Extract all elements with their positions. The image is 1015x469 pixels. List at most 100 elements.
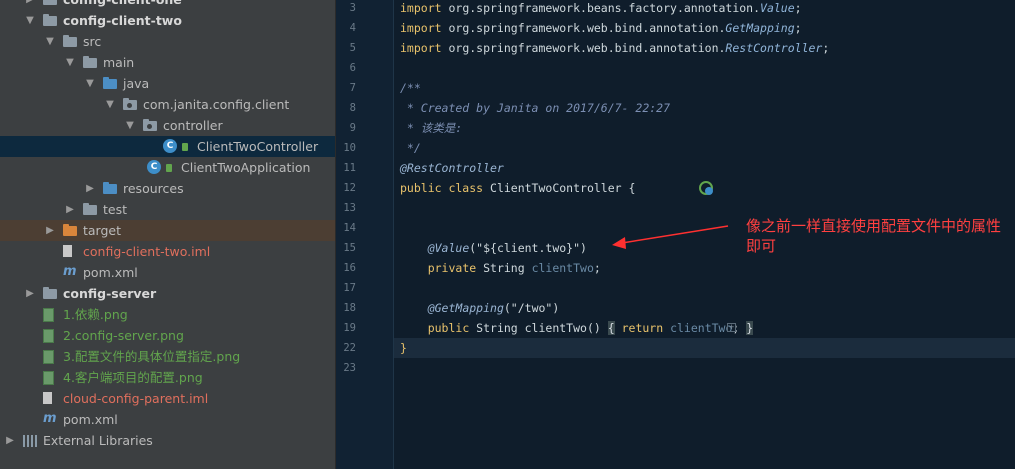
line-number: 17 xyxy=(343,282,356,294)
code-token: ; xyxy=(794,1,802,15)
code-line[interactable]: */ xyxy=(400,138,421,158)
tree-row-label: test xyxy=(103,202,128,217)
tree-row-label: com.janita.config.client xyxy=(143,97,290,112)
code-token: clientTwo xyxy=(670,321,733,335)
code-token: org.springframework.web.bind.annotation. xyxy=(448,21,726,35)
iml-file-icon xyxy=(63,245,72,257)
fold-toggle-icon[interactable]: + xyxy=(727,323,736,332)
tree-row[interactable]: 1.依赖.png xyxy=(0,304,335,325)
tree-row[interactable]: ▼ java xyxy=(0,73,335,94)
resources-folder-icon xyxy=(103,182,117,194)
code-line[interactable]: /** xyxy=(400,78,421,98)
code-line[interactable]: * Created by Janita on 2017/6/7- 22:27 xyxy=(400,98,670,118)
tree-row[interactable]: 4.客户端项目的配置.png xyxy=(0,367,335,388)
code-token: return xyxy=(621,321,671,335)
code-token: String xyxy=(483,261,532,275)
tree-row[interactable]: ▼ main xyxy=(0,52,335,73)
tree-row-label: config-client-two xyxy=(63,13,182,28)
code-token: /** xyxy=(400,81,421,95)
code-token: ("/two") xyxy=(503,301,560,315)
tree-row-label: src xyxy=(83,34,102,49)
tree-row[interactable]: m pom.xml xyxy=(0,409,335,430)
tree-row-label: pom.xml xyxy=(63,412,118,427)
chevron-right-icon[interactable]: ▶ xyxy=(24,0,36,10)
lock-icon xyxy=(182,143,188,151)
spring-boot-class-icon: C xyxy=(147,160,161,174)
line-number: 8 xyxy=(349,102,356,114)
code-line[interactable]: public String clientTwo() { return clien… xyxy=(400,318,754,338)
line-number: 4 xyxy=(349,22,356,34)
tree-row[interactable]: ▶ config-server xyxy=(0,283,335,304)
code-line[interactable]: * 该类是: xyxy=(400,118,462,138)
libraries-icon xyxy=(23,435,37,447)
tree-row[interactable]: config-client-two.iml xyxy=(0,241,335,262)
code-line[interactable]: import org.springframework.beans.factory… xyxy=(400,0,802,18)
chevron-right-icon[interactable]: ▶ xyxy=(84,178,96,199)
chevron-right-icon[interactable]: ▶ xyxy=(24,283,36,304)
code-token: ; xyxy=(593,261,601,275)
tree-row[interactable]: ▶ test xyxy=(0,199,335,220)
tree-row[interactable]: m pom.xml xyxy=(0,262,335,283)
package-icon xyxy=(123,98,137,110)
code-line[interactable]: } xyxy=(400,338,407,358)
code-token: import xyxy=(400,21,449,35)
tree-row[interactable]: ▶ target xyxy=(0,220,335,241)
folder-icon xyxy=(83,56,97,68)
code-token: GetMapping xyxy=(725,21,795,35)
chevron-down-icon[interactable]: ▼ xyxy=(124,115,136,136)
code-line[interactable]: import org.springframework.web.bind.anno… xyxy=(400,18,802,38)
tree-row[interactable]: ▼ src xyxy=(0,31,335,52)
package-icon xyxy=(143,119,157,131)
line-number: 6 xyxy=(349,62,356,74)
spring-bean-gutter-icon[interactable] xyxy=(698,180,714,196)
chevron-right-icon[interactable]: ▶ xyxy=(4,430,16,451)
code-line[interactable]: @GetMapping("/two") xyxy=(400,298,560,318)
tree-row-label: ClientTwoController xyxy=(197,139,319,154)
tree-row[interactable]: ▼ controller xyxy=(0,115,335,136)
chevron-right-icon[interactable]: ▶ xyxy=(44,220,56,241)
project-tree-panel[interactable]: ▶ config-client-one ▼ config-client-two ▼ src… xyxy=(0,0,336,469)
code-line[interactable]: private String clientTwo; xyxy=(400,258,601,278)
code-token: org.springframework.beans.factory.annota… xyxy=(448,1,761,15)
code-line[interactable]: @RestController xyxy=(400,158,504,178)
line-number: 13 xyxy=(343,202,356,214)
tree-row[interactable]: ▼ config-client-two xyxy=(0,10,335,31)
tree-row[interactable]: ▶ External Libraries xyxy=(0,430,335,451)
tree-row[interactable]: cloud-config-parent.iml xyxy=(0,388,335,409)
tree-row[interactable]: ▶ resources xyxy=(0,178,335,199)
chevron-down-icon[interactable]: ▼ xyxy=(44,31,56,52)
chevron-down-icon[interactable]: ▼ xyxy=(104,94,116,115)
chevron-down-icon[interactable]: ▼ xyxy=(64,52,76,73)
tree-row-label: main xyxy=(103,55,135,70)
tree-row[interactable]: ▼ com.janita.config.client xyxy=(0,94,335,115)
code-line[interactable]: import org.springframework.web.bind.anno… xyxy=(400,38,829,58)
module-folder-icon xyxy=(43,0,57,5)
tree-row-label: config-client-two.iml xyxy=(83,244,211,259)
editor-gutter: 3 4 5 6 7 8 9 10 11 12 13 14 15 16 17 18 19 22 23 xyxy=(336,0,394,469)
chevron-down-icon[interactable]: ▼ xyxy=(84,73,96,94)
code-line[interactable]: @Value("${client.two}") xyxy=(400,238,587,258)
code-token: clientTwo xyxy=(531,261,594,275)
code-token: RestController xyxy=(725,41,823,55)
tree-row[interactable]: 2.config-server.png xyxy=(0,325,335,346)
image-file-icon xyxy=(43,329,54,343)
line-number: 15 xyxy=(343,242,356,254)
code-token: String clientTwo() xyxy=(476,321,608,335)
excluded-folder-icon xyxy=(63,224,77,236)
tree-row[interactable]: 3.配置文件的具体位置指定.png xyxy=(0,346,335,367)
chevron-right-icon[interactable]: ▶ xyxy=(64,199,76,220)
code-token: @RestController xyxy=(400,161,504,175)
code-line[interactable]: public class ClientTwoController { xyxy=(400,178,635,198)
code-token: public class xyxy=(400,181,491,195)
line-number: 3 xyxy=(349,2,356,14)
chevron-down-icon[interactable]: ▼ xyxy=(24,10,36,31)
tree-row[interactable]: C ClientTwoApplication xyxy=(0,157,335,178)
code-token: * Created by Janita on 2017/6/7- 22:27 xyxy=(400,101,671,115)
tree-row[interactable]: ▶ config-client-one xyxy=(0,0,335,10)
tree-row-label: 4.客户端项目的配置.png xyxy=(63,370,203,385)
tree-row[interactable]: C ClientTwoController xyxy=(0,136,335,157)
iml-file-icon xyxy=(43,392,52,404)
